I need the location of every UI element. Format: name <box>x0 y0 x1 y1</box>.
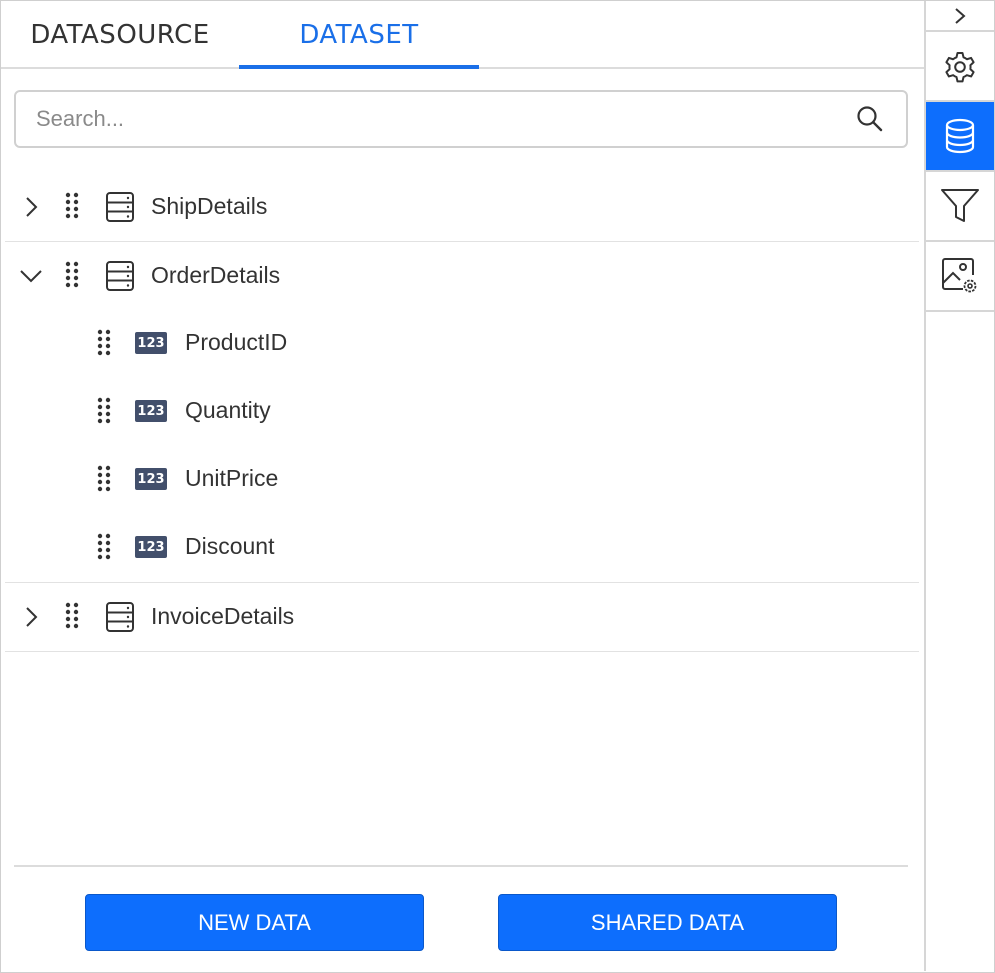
drag-handle-icon[interactable] <box>96 396 112 426</box>
drag-handle-icon[interactable] <box>64 191 80 221</box>
field-label-quantity: Quantity <box>185 397 271 423</box>
field-label-unitprice: UnitPrice <box>185 465 279 491</box>
footer-divider <box>14 865 908 867</box>
gear-icon <box>945 52 975 83</box>
search-icon[interactable] <box>856 105 884 133</box>
data-panel: DATASOURCE DATASET ShipDetails <box>1 1 924 971</box>
shared-data-button[interactable]: SHARED DATA <box>498 894 837 951</box>
drag-handle-icon[interactable] <box>96 328 112 358</box>
numeric-field-icon: 123 <box>135 536 167 558</box>
drag-handle-icon[interactable] <box>64 601 80 631</box>
chevron-right-icon <box>955 7 966 24</box>
field-row[interactable]: 123 ProductID <box>5 311 919 379</box>
side-toolbar <box>924 1 994 971</box>
chevron-right-icon[interactable] <box>19 195 43 219</box>
tab-dataset[interactable]: DATASET <box>239 1 479 69</box>
chevron-right-icon[interactable] <box>19 605 43 629</box>
active-tab-indicator <box>239 65 479 69</box>
field-row[interactable]: 123 UnitPrice <box>5 447 919 515</box>
tab-datasource[interactable]: DATASOURCE <box>1 1 239 69</box>
field-label-discount: Discount <box>185 533 275 559</box>
image-settings-button[interactable] <box>926 242 994 312</box>
field-label-productid: ProductID <box>185 329 288 355</box>
numeric-field-icon: 123 <box>135 468 167 490</box>
tree-label-shipdetails: ShipDetails <box>151 193 268 219</box>
field-row[interactable]: 123 Discount <box>5 515 919 583</box>
tree-label-invoicedetails: InvoiceDetails <box>151 603 295 629</box>
drag-handle-icon[interactable] <box>64 260 80 290</box>
drag-handle-icon[interactable] <box>96 532 112 562</box>
tree-row-orderdetails[interactable]: OrderDetails <box>5 242 919 311</box>
tab-bar: DATASOURCE DATASET <box>1 1 924 69</box>
numeric-field-icon: 123 <box>135 400 167 422</box>
search-box <box>14 90 908 148</box>
table-icon <box>106 192 134 222</box>
collapse-panel-button[interactable] <box>926 1 994 32</box>
drag-handle-icon[interactable] <box>96 464 112 494</box>
search-input[interactable] <box>36 100 836 138</box>
table-icon <box>106 602 134 632</box>
tree-row-invoicedetails[interactable]: InvoiceDetails <box>5 583 919 652</box>
chevron-down-icon[interactable] <box>19 264 43 288</box>
tree-row-shipdetails[interactable]: ShipDetails <box>5 173 919 242</box>
data-button[interactable] <box>926 102 994 172</box>
filter-button[interactable] <box>926 172 994 242</box>
properties-button[interactable] <box>926 32 994 102</box>
field-row[interactable]: 123 Quantity <box>5 379 919 447</box>
database-icon <box>945 118 975 154</box>
table-icon <box>106 261 134 291</box>
tree-label-orderdetails: OrderDetails <box>151 262 281 288</box>
image-settings-icon <box>942 258 977 293</box>
numeric-field-icon: 123 <box>135 332 167 354</box>
filter-icon <box>941 189 979 222</box>
new-data-button[interactable]: NEW DATA <box>85 894 424 951</box>
